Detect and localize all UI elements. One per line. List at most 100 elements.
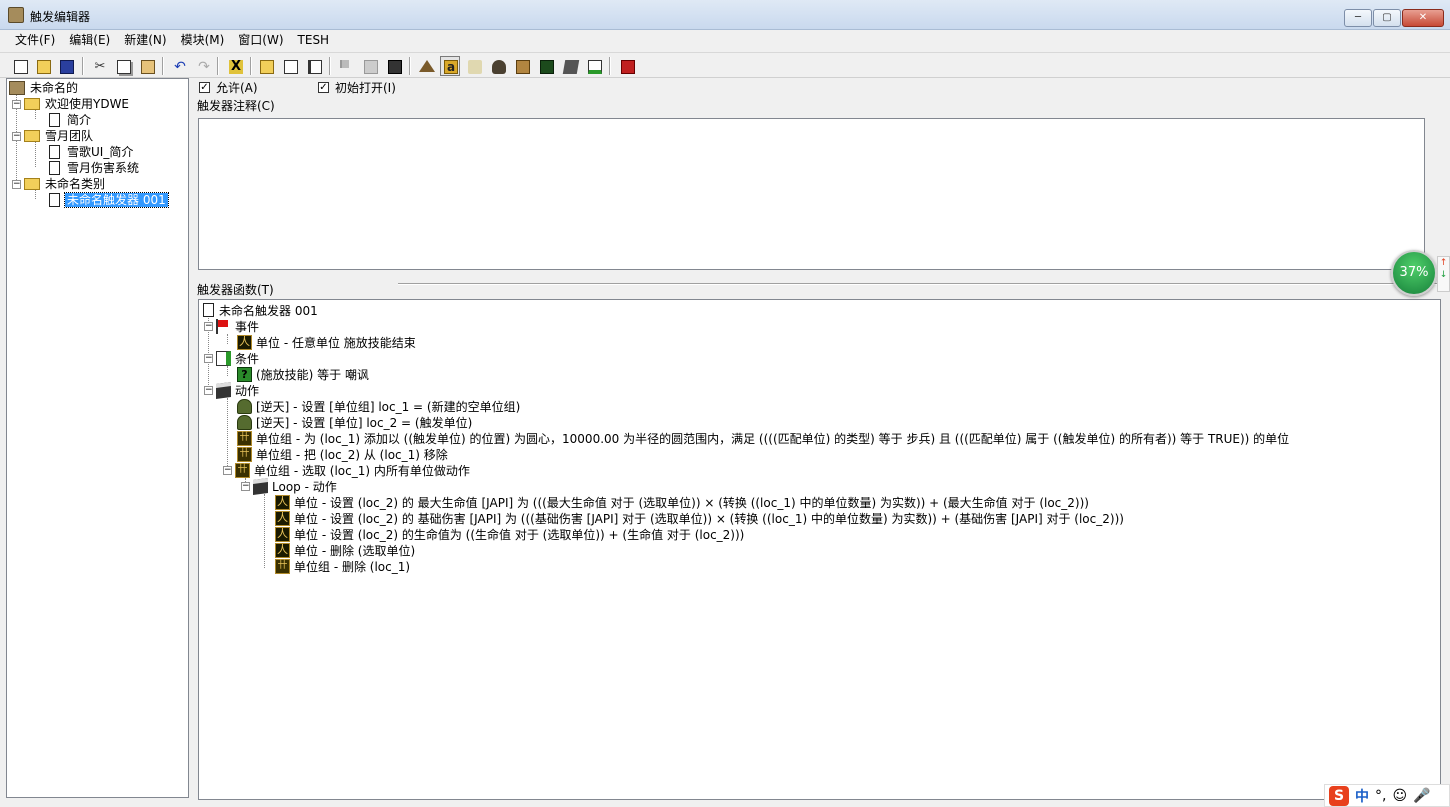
loop-action-row[interactable]: 卄 单位组 - 删除 (loc_1) <box>275 558 410 574</box>
collapse-toggle[interactable]: − <box>223 465 232 475</box>
close-button[interactable]: ✕ <box>1402 9 1444 27</box>
comment-label: 触发器注释(C) <box>197 99 275 113</box>
tree-item-team[interactable]: − 雪月团队 <box>12 128 95 144</box>
collapse-toggle[interactable]: − <box>204 353 213 363</box>
redo-button[interactable]: ↷ <box>193 56 213 76</box>
actions-node[interactable]: − 动作 <box>204 381 259 399</box>
tree-item-unnamed-category[interactable]: − 未命名类别 <box>12 176 107 192</box>
tree-root[interactable]: 未命名的 <box>9 80 80 96</box>
conditions-node[interactable]: − 条件 <box>204 350 259 366</box>
action-row[interactable]: [逆天] - 设置 [单位组] loc_1 = (新建的空单位组) <box>237 398 520 414</box>
ime-emoji-icon[interactable]: ☺ <box>1392 788 1407 804</box>
menu-edit[interactable]: 编辑(E) <box>62 30 117 50</box>
ime-punct-toggle[interactable]: °, <box>1375 788 1386 804</box>
test-map-button[interactable] <box>617 56 637 76</box>
menu-file[interactable]: 文件(F) <box>8 30 62 50</box>
action-row[interactable]: 卄 单位组 - 把 (loc_2) 从 (loc_1) 移除 <box>237 446 448 462</box>
new-condition-button[interactable] <box>360 56 380 76</box>
copy-button[interactable] <box>113 56 133 76</box>
paste-button[interactable] <box>137 56 157 76</box>
tree-line <box>35 141 36 167</box>
trigger-root-row[interactable]: 未命名触发器 001 <box>201 302 318 318</box>
collapse-toggle[interactable]: − <box>12 131 21 141</box>
action-row[interactable]: 卄 单位组 - 为 (loc_1) 添加以 ((触发单位) 的位置) 为圆心，1… <box>237 430 1289 446</box>
new-event-button[interactable] <box>336 56 356 76</box>
tree-item-ui-intro[interactable]: 雪歌UI_简介 <box>47 144 135 160</box>
mask-icon <box>237 398 252 414</box>
loop-action-text: 单位 - 设置 (loc_2) 的 基础伤害 [JAPI] 为 (((基础伤害 … <box>294 511 1124 526</box>
loop-action-row[interactable]: 人 单位 - 设置 (loc_2) 的 最大生命值 [JAPI] 为 (((最大… <box>275 494 1089 510</box>
loop-node[interactable]: − Loop - 动作 <box>241 477 337 495</box>
maximize-button[interactable]: ▢ <box>1373 9 1401 27</box>
unit-icon: 人 <box>275 542 290 558</box>
checkbox-box[interactable]: ✓ <box>199 82 210 93</box>
collapse-toggle[interactable]: − <box>241 481 250 491</box>
checkbox-box[interactable]: ✓ <box>318 82 329 93</box>
menu-new[interactable]: 新建(N) <box>117 30 173 50</box>
open-folder-icon <box>37 60 51 74</box>
tree-item-damage-system[interactable]: 雪月伤害系统 <box>47 160 141 176</box>
speed-ball-widget[interactable]: 37% <box>1391 250 1437 296</box>
ime-lang-toggle[interactable]: 中 <box>1355 786 1369 806</box>
widget-tab[interactable]: ↑ ↓ <box>1437 256 1450 292</box>
functions-label: 触发器函数(T) <box>197 283 274 297</box>
loop-action-row[interactable]: 人 单位 - 删除 (选取单位) <box>275 542 415 558</box>
sound-editor-button[interactable] <box>464 56 484 76</box>
new-trigger-button[interactable] <box>280 56 300 76</box>
menu-module[interactable]: 模块(M) <box>174 30 232 50</box>
document-icon <box>203 303 214 317</box>
new-comment-button[interactable] <box>304 56 324 76</box>
initially-on-checkbox[interactable]: ✓ 初始打开(I) <box>318 79 396 96</box>
loop-action-row[interactable]: 人 单位 - 设置 (loc_2) 的生命值为 ((生命值 对于 (选取单位))… <box>275 526 744 542</box>
ime-mic-icon[interactable]: 🎤 <box>1413 788 1430 804</box>
delete-button[interactable]: X <box>225 56 245 76</box>
tree-root-label: 未命名的 <box>30 81 79 95</box>
campaign-editor-button[interactable] <box>512 56 532 76</box>
menu-window[interactable]: 窗口(W) <box>231 30 290 50</box>
vertical-splitter[interactable] <box>190 78 196 800</box>
ai-editor-button[interactable] <box>536 56 556 76</box>
collapse-toggle[interactable]: − <box>204 321 213 331</box>
terrain-editor-button[interactable] <box>416 56 436 76</box>
action-text: 单位组 - 把 (loc_2) 从 (loc_1) 移除 <box>256 447 448 462</box>
menu-tesh[interactable]: TESH <box>291 30 337 50</box>
folder-icon <box>24 178 40 190</box>
comment-textarea[interactable] <box>198 118 1425 270</box>
initially-on-label: 初始打开(I) <box>335 81 396 95</box>
toolbar-separator <box>162 57 164 75</box>
collapse-toggle[interactable]: − <box>12 99 21 109</box>
loop-action-row[interactable]: 人 单位 - 设置 (loc_2) 的 基础伤害 [JAPI] 为 (((基础伤… <box>275 510 1124 526</box>
new-action-button[interactable] <box>384 56 404 76</box>
new-doc-button[interactable] <box>10 56 30 76</box>
loop-action-text: 单位组 - 删除 (loc_1) <box>294 559 411 574</box>
enabled-label: 允许(A) <box>216 81 258 95</box>
trigger-editor-button[interactable]: a <box>440 56 460 76</box>
cut-button[interactable]: ✂ <box>89 56 109 76</box>
undo-button[interactable]: ↶ <box>169 56 189 76</box>
ime-logo-icon[interactable]: S <box>1329 785 1349 806</box>
save-button[interactable] <box>56 56 76 76</box>
import-manager-button[interactable] <box>584 56 604 76</box>
object-editor-button[interactable] <box>488 56 508 76</box>
collapse-toggle[interactable]: − <box>204 385 213 395</box>
condition-row[interactable]: ? (施放技能) 等于 嘲讽 <box>237 366 369 382</box>
event-row[interactable]: 人 单位 - 任意单位 施放技能结束 <box>237 334 416 350</box>
tree-item-unnamed-trigger[interactable]: 未命名触发器 001 <box>47 192 169 208</box>
box-icon <box>562 60 580 74</box>
folder-icon <box>24 98 40 110</box>
tree-item-label: 雪月团队 <box>45 129 94 143</box>
action-row[interactable]: [逆天] - 设置 [单位] loc_2 = (触发单位) <box>237 414 472 430</box>
action-group-row[interactable]: − 卄 单位组 - 选取 (loc_1) 内所有单位做动作 <box>223 462 470 478</box>
new-category-button[interactable] <box>256 56 276 76</box>
collapse-toggle[interactable]: − <box>12 179 21 189</box>
down-arrow-icon: ↓ <box>1439 270 1448 280</box>
app-icon <box>8 7 24 23</box>
enabled-checkbox[interactable]: ✓ 允许(A) <box>199 79 258 96</box>
tree-item-intro[interactable]: 简介 <box>47 112 93 128</box>
horizontal-splitter[interactable] <box>398 283 1438 285</box>
events-node[interactable]: − 事件 <box>204 318 259 334</box>
open-button[interactable] <box>33 56 53 76</box>
tree-item-welcome[interactable]: − 欢迎使用YDWE <box>12 96 131 112</box>
object-manager-button[interactable] <box>560 56 580 76</box>
minimize-button[interactable]: ─ <box>1344 9 1372 27</box>
